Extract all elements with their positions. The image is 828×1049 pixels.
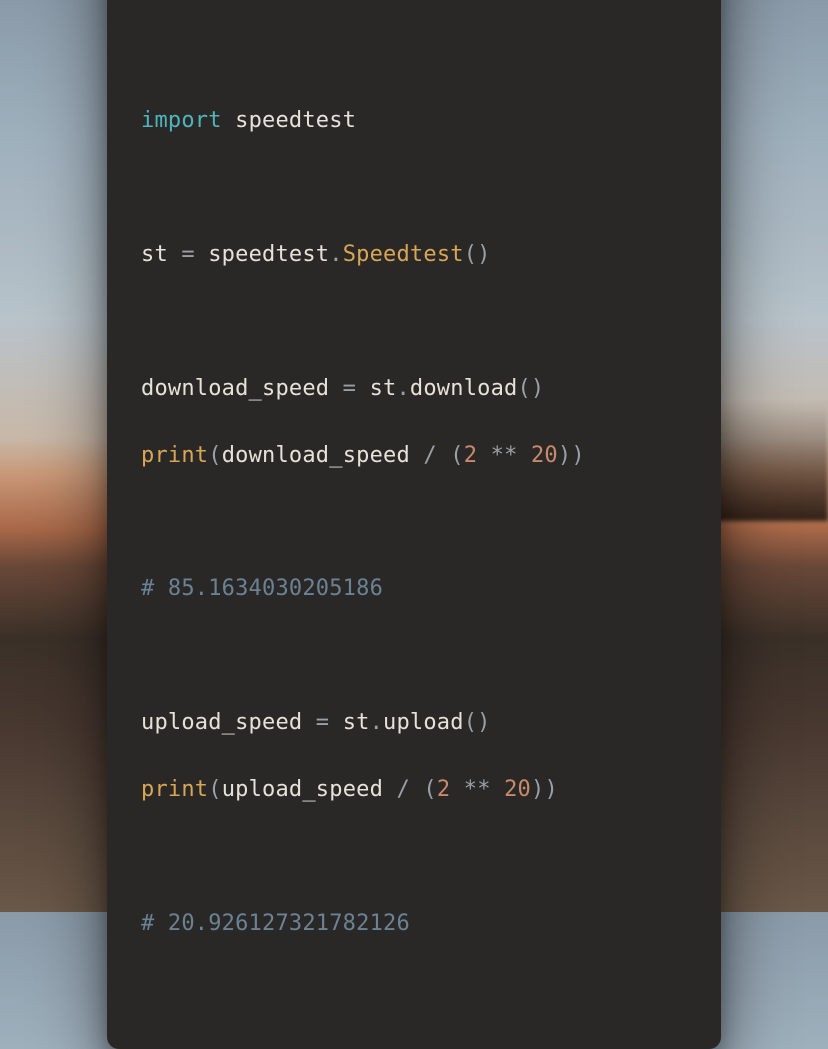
number-literal: 20 — [531, 443, 558, 468]
call-parens: () — [517, 376, 544, 401]
space — [437, 443, 450, 468]
code-line-blank — [141, 505, 687, 538]
space — [491, 777, 504, 802]
space — [383, 777, 396, 802]
div-op: / — [396, 777, 409, 802]
paren-close: ) — [571, 443, 584, 468]
code-line-assignment: download_speed = st.download() — [141, 372, 687, 405]
module-name: speedtest — [235, 108, 356, 133]
call-parens: () — [464, 710, 491, 735]
method-name: download — [410, 376, 518, 401]
code-line-blank — [141, 171, 687, 204]
module-ref: speedtest — [208, 242, 329, 267]
code-line-import: import speedtest — [141, 104, 687, 137]
identifier: upload_speed — [141, 710, 302, 735]
identifier: st — [141, 242, 168, 267]
number-literal: 2 — [437, 777, 450, 802]
builtin-fn: print — [141, 777, 208, 802]
identifier: download_speed — [141, 376, 329, 401]
object-ref: st — [370, 376, 397, 401]
code-line-blank — [141, 639, 687, 672]
method-name: upload — [383, 710, 464, 735]
object-ref: st — [343, 710, 370, 735]
space — [410, 777, 423, 802]
dot: . — [396, 376, 409, 401]
space — [450, 777, 463, 802]
code-line-assignment: st = speedtest.Speedtest() — [141, 238, 687, 271]
builtin-fn: print — [141, 443, 208, 468]
space — [477, 443, 490, 468]
pow-op: ** — [491, 443, 518, 468]
code-line-comment: # pip3 install speedtest-cli — [141, 0, 687, 4]
assign-op: = — [302, 710, 342, 735]
code-window: # pip3 install speedtest-cli import spee… — [107, 0, 721, 1049]
dot: . — [370, 710, 383, 735]
paren-close: ) — [531, 777, 544, 802]
paren-open: ( — [423, 777, 436, 802]
assign-op: = — [168, 242, 208, 267]
code-block: # pip3 install speedtest-cli import spee… — [107, 0, 721, 1007]
code-line-blank — [141, 37, 687, 70]
space — [518, 443, 531, 468]
code-line-call: print(download_speed / (2 ** 20)) — [141, 439, 687, 472]
paren-open: ( — [450, 443, 463, 468]
number-literal: 2 — [464, 443, 477, 468]
class-name: Speedtest — [343, 242, 464, 267]
pow-op: ** — [464, 777, 491, 802]
arg-ident: upload_speed — [222, 777, 383, 802]
comment-output: # 20.926127321782126 — [141, 911, 410, 936]
paren-open: ( — [208, 777, 221, 802]
comment-output: # 85.1634030205186 — [141, 576, 383, 601]
import-keyword: import — [141, 108, 222, 133]
div-op: / — [423, 443, 436, 468]
paren-close: ) — [544, 777, 557, 802]
arg-ident: download_speed — [222, 443, 410, 468]
paren-close: ) — [558, 443, 571, 468]
assign-op: = — [329, 376, 369, 401]
code-line-comment: # 85.1634030205186 — [141, 572, 687, 605]
call-parens: () — [464, 242, 491, 267]
code-line-assignment: upload_speed = st.upload() — [141, 706, 687, 739]
code-line-call: print(upload_speed / (2 ** 20)) — [141, 773, 687, 806]
code-line-blank — [141, 840, 687, 873]
dot: . — [329, 242, 342, 267]
number-literal: 20 — [504, 777, 531, 802]
paren-open: ( — [208, 443, 221, 468]
space — [410, 443, 423, 468]
code-line-blank — [141, 305, 687, 338]
